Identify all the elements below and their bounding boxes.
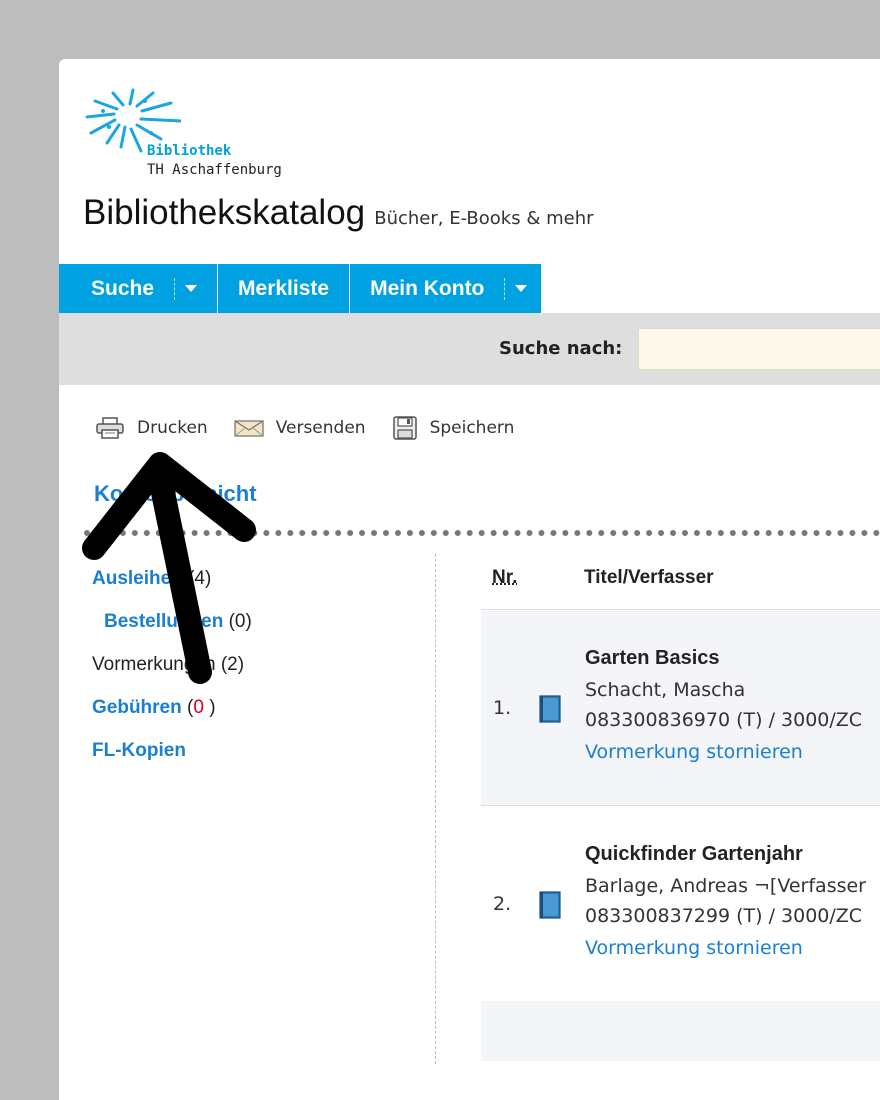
chevron-down-icon[interactable] [185,285,198,292]
sidebar-item-fees-paren-open: ( [181,697,194,718]
logo-text-library: Bibliothek [147,143,232,159]
print-label: Drucken [137,418,208,438]
search-bar: Suche nach: [59,313,880,385]
send-button[interactable]: Versenden [234,418,366,438]
sidebar-item-orders-count: (0) [228,611,252,632]
table-row: 2. Quickfinder Gartenjahr Barlage, Andre… [481,807,880,1002]
envelope-icon [234,420,264,437]
sidebar-item-orders-link[interactable]: Bestellungen [104,611,223,632]
save-label: Speichern [429,418,515,438]
account-overview-link[interactable]: Kontoübersicht [94,481,257,507]
row-number: 2. [493,893,512,915]
page-container: Bibliothek TH Aschaffenburg Bibliotheksk… [59,59,880,1100]
cancel-reservation-link[interactable]: Vormerkung stornieren [585,937,803,959]
record-author: Barlage, Andreas ¬[Verfasser [585,875,866,897]
book-icon [539,891,561,919]
toolbar: Drucken Versenden Speichern [95,416,540,440]
nav-search-label: Suche [91,276,155,300]
page-title-row: Bibliothekskatalog Bücher, E-Books & meh… [83,193,594,233]
sidebar-item-reservations-count: (2) [220,654,245,675]
main-nav: Suche Merkliste Mein Konto [59,264,543,313]
sidebar-item-reservations: Vormerkungen (2) [92,650,252,693]
page-subtitle: Bücher, E-Books & mehr [374,208,594,229]
table-footer [481,1001,880,1061]
page-title: Bibliothekskatalog [83,193,366,232]
table-row: 1. Garten Basics Schacht, Mascha 0833008… [481,611,880,806]
column-header-title: Titel/Verfasser [584,567,714,588]
nav-watchlist[interactable]: Merkliste [218,264,351,313]
printer-icon [96,417,124,439]
column-header-nr[interactable]: Nr. [492,567,517,589]
sidebar-item-fees: Gebühren (0 ) [92,693,252,736]
sidebar-item-loans: Ausleihen (4) [92,564,252,607]
account-sidebar: Ausleihen (4) Bestellungen (0) Vormerkun… [92,564,252,779]
cancel-reservation-link[interactable]: Vormerkung stornieren [585,741,803,763]
row-number: 1. [493,697,512,719]
section-divider [84,530,880,536]
sidebar-item-orders: Bestellungen (0) [92,607,252,650]
header-divider [481,609,880,610]
print-button[interactable]: Drucken [95,417,208,439]
nav-search[interactable]: Suche [59,264,219,313]
nav-watchlist-label: Merkliste [238,276,330,300]
record-title[interactable]: Garten Basics [585,647,720,670]
sidebar-item-reservations-label: Vormerkungen [92,654,216,675]
sidebar-item-loans-link[interactable]: Ausleihen [92,568,183,589]
save-button[interactable]: Speichern [392,416,515,440]
chevron-down-icon[interactable] [515,285,528,292]
record-signature: 083300836970 (T) / 3000/ZC [585,709,863,731]
floppy-disk-icon [392,416,417,440]
record-signature: 083300837299 (T) / 3000/ZC [585,905,863,927]
logo-text-institution: TH Aschaffenburg [147,162,282,178]
record-title[interactable]: Quickfinder Gartenjahr [585,843,803,866]
search-input[interactable] [638,328,880,370]
nav-my-account-label: Mein Konto [370,276,485,300]
sidebar-item-fl-copies-link[interactable]: FL-Kopien [92,740,186,761]
column-divider [435,554,436,1064]
nav-my-account[interactable]: Mein Konto [350,264,543,313]
send-label: Versenden [275,418,366,438]
sidebar-item-fees-link[interactable]: Gebühren [92,697,182,718]
sidebar-item-fees-count: 0 [193,697,204,718]
sidebar-item-fees-paren-close: ) [203,697,216,718]
search-label: Suche nach: [499,338,623,359]
nav-separator [504,277,506,300]
sidebar-item-fl-copies: FL-Kopien [92,736,252,779]
sidebar-item-loans-count: (4) [188,568,212,589]
book-icon [539,695,561,723]
nav-separator [174,277,176,300]
record-author: Schacht, Mascha [585,679,746,701]
